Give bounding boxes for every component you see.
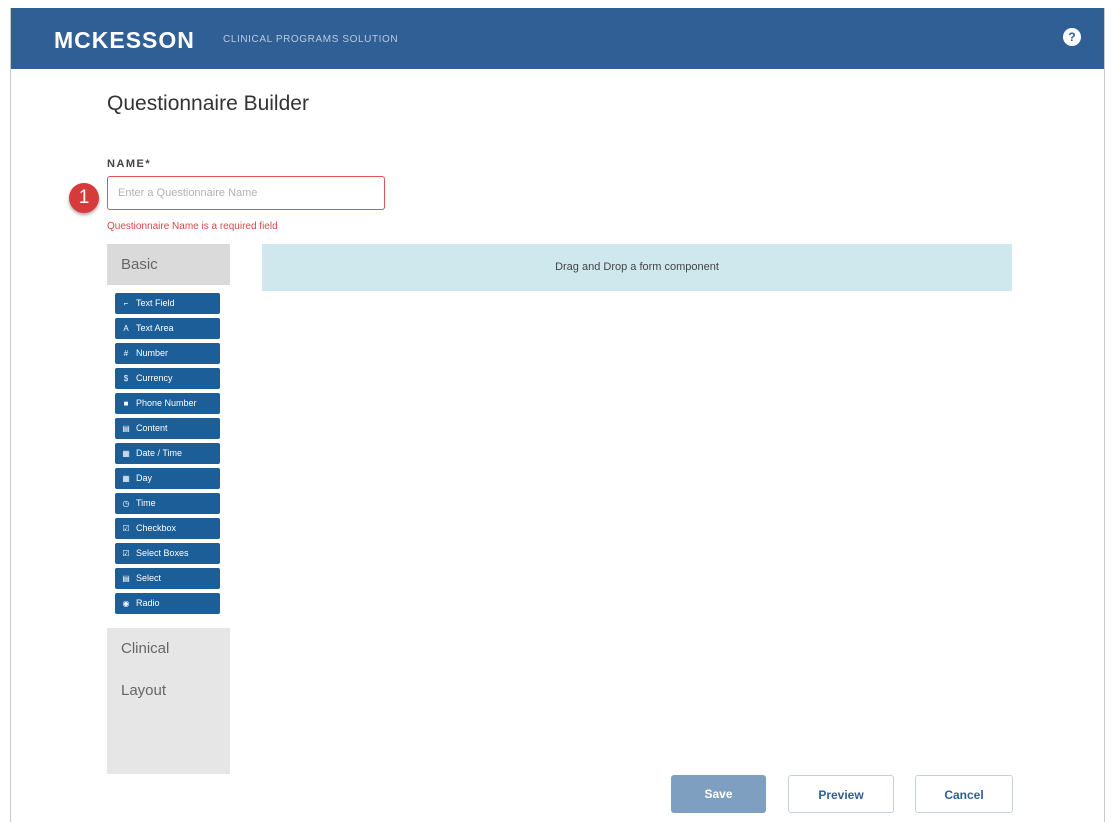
- content-icon: ▤: [122, 424, 130, 433]
- select-icon: ▤: [122, 574, 130, 583]
- component-date-time[interactable]: ▦ Date / Time: [115, 443, 220, 464]
- component-label: Select: [136, 573, 162, 583]
- calendar-icon: ▦: [122, 449, 130, 458]
- component-currency[interactable]: $ Currency: [115, 368, 220, 389]
- save-button[interactable]: Save: [671, 775, 766, 813]
- component-label: Day: [136, 473, 153, 483]
- mckesson-logo: MCKESSON: [54, 27, 195, 53]
- help-icon[interactable]: ?: [1063, 28, 1081, 46]
- component-time[interactable]: ◷ Time: [115, 493, 220, 514]
- checkbox-icon: ☑: [122, 524, 130, 533]
- number-icon: #: [123, 349, 129, 358]
- section-clinical[interactable]: Clinical: [107, 628, 230, 670]
- name-error-message: Questionnaire Name is a required field: [107, 221, 278, 232]
- component-label: Content: [136, 423, 168, 433]
- component-label: Checkbox: [136, 523, 177, 533]
- component-phone-number[interactable]: ■ Phone Number: [115, 393, 220, 414]
- component-label: Phone Number: [136, 398, 197, 408]
- cancel-button[interactable]: Cancel: [915, 775, 1013, 813]
- component-text-area[interactable]: A Text Area: [115, 318, 220, 339]
- currency-icon: $: [123, 374, 129, 383]
- section-basic[interactable]: Basic: [107, 244, 230, 285]
- calendar-icon: ▦: [122, 474, 130, 483]
- component-checkbox[interactable]: ☑ Checkbox: [115, 518, 220, 539]
- text-area-icon: A: [123, 324, 129, 333]
- section-layout[interactable]: Layout: [107, 670, 230, 712]
- preview-button[interactable]: Preview: [788, 775, 894, 813]
- page-title: Questionnaire Builder: [107, 92, 309, 115]
- component-number[interactable]: # Number: [115, 343, 220, 364]
- component-list: ⌐ Text Field A Text Area # Number $ Currency ■ Ph…: [107, 285, 230, 628]
- app-subtitle: CLINICAL PROGRAMS SOLUTION: [223, 34, 399, 45]
- select-boxes-icon: ☑: [122, 549, 130, 558]
- phone-icon: ■: [123, 399, 129, 408]
- component-day[interactable]: ▦ Day: [115, 468, 220, 489]
- component-label: Text Field: [136, 298, 175, 308]
- step-marker-badge: 1: [69, 183, 99, 213]
- component-select-boxes[interactable]: ☑ Select Boxes: [115, 543, 220, 564]
- component-label: Radio: [136, 598, 160, 608]
- component-label: Currency: [136, 373, 173, 383]
- questionnaire-name-input[interactable]: [107, 176, 385, 210]
- component-select[interactable]: ▤ Select: [115, 568, 220, 589]
- component-content[interactable]: ▤ Content: [115, 418, 220, 439]
- component-label: Time: [136, 498, 156, 508]
- app-header: MCKESSON CLINICAL PROGRAMS SOLUTION ?: [11, 8, 1104, 69]
- component-radio[interactable]: ◉ Radio: [115, 593, 220, 614]
- text-field-icon: ⌐: [123, 299, 129, 308]
- clock-icon: ◷: [122, 499, 130, 508]
- radio-icon: ◉: [122, 599, 130, 608]
- component-label: Select Boxes: [136, 548, 189, 558]
- component-text-field[interactable]: ⌐ Text Field: [115, 293, 220, 314]
- name-label: NAME*: [107, 158, 152, 170]
- component-sidebar: Basic ⌐ Text Field A Text Area # Number $ Curre…: [107, 244, 230, 774]
- form-dropzone[interactable]: Drag and Drop a form component: [262, 244, 1012, 291]
- component-label: Text Area: [136, 323, 174, 333]
- component-label: Number: [136, 348, 169, 358]
- component-label: Date / Time: [136, 448, 183, 458]
